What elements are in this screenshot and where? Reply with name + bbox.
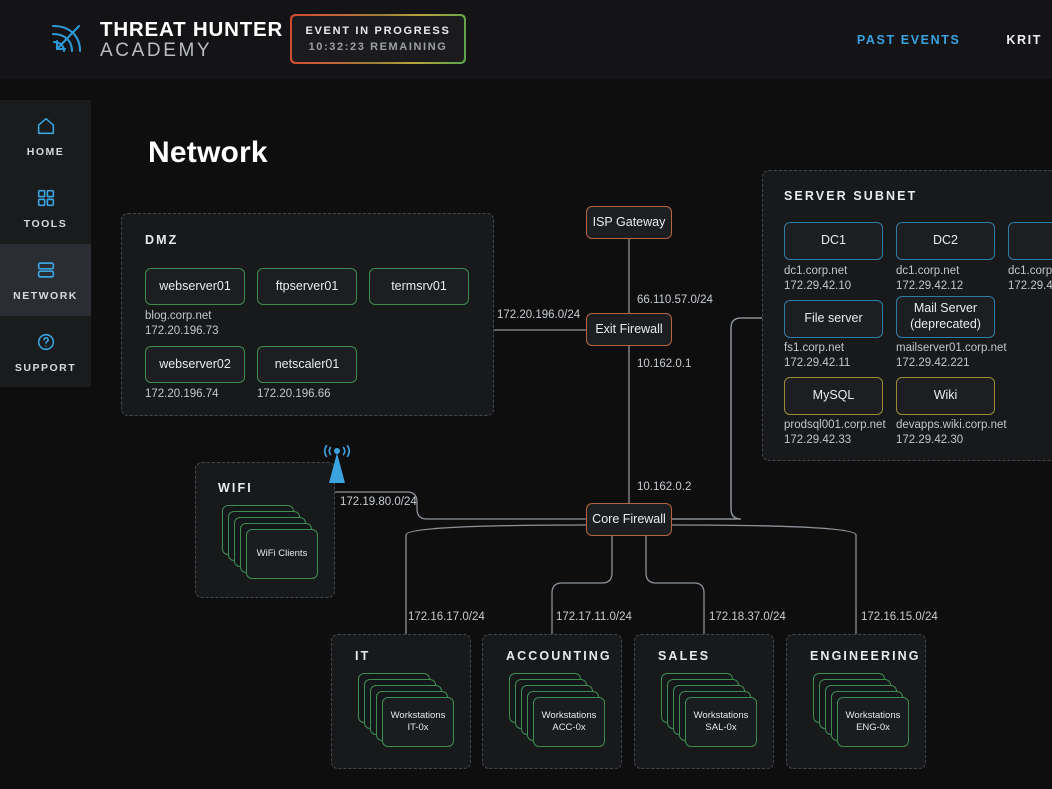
wifi-antenna-icon	[323, 445, 351, 483]
zone-engineering-title: ENGINEERING	[810, 649, 921, 663]
node-dc3[interactable]: D	[1008, 222, 1052, 260]
stack-sales-workstations[interactable]: Workstations SAL-0x	[661, 673, 771, 765]
stack-wifi-clients[interactable]: WiFi Clients	[222, 505, 332, 597]
stack-label-line2: SAL-0x	[705, 722, 737, 733]
stack-label-line2: IT-0x	[407, 722, 429, 733]
node-file-server[interactable]: File server	[784, 300, 883, 338]
link-label-isp-exit: 66.110.57.0/24	[637, 294, 713, 306]
node-file-server-label: File server	[804, 311, 863, 326]
stack-label-line1: Workstations	[390, 709, 446, 721]
link-label-accounting: 172.17.11.0/24	[556, 611, 632, 623]
node-dc1-meta: dc1.corp.net 172.29.42.10	[784, 265, 852, 293]
stack-card-front: Workstations SAL-0x	[685, 697, 757, 747]
node-mysql[interactable]: MySQL	[784, 377, 883, 415]
node-core-firewall[interactable]: Core Firewall	[586, 503, 672, 536]
stack-card-front: Workstations IT-0x	[382, 697, 454, 747]
node-mail-server-label: Mail Server (deprecated)	[910, 301, 981, 331]
node-webserver02-label: webserver02	[159, 356, 231, 371]
node-wiki-label: Wiki	[933, 388, 958, 403]
stack-it-workstations[interactable]: Workstations IT-0x	[358, 673, 468, 765]
node-mail-server-meta: mailserver01.corp.net 172.29.42.221	[896, 342, 1007, 370]
link-label-dmz-exit: 172.20.196.0/24	[497, 309, 581, 321]
stack-label-line1: Workstations	[845, 709, 901, 721]
node-ftpserver01-label: ftpserver01	[275, 278, 339, 293]
stack-label-line2: ENG-0x	[856, 722, 890, 733]
zone-accounting-title: ACCOUNTING	[506, 649, 612, 663]
node-core-firewall-label: Core Firewall	[592, 511, 666, 526]
node-isp-gateway[interactable]: ISP Gateway	[586, 206, 672, 239]
stack-label-line1: Workstations	[541, 709, 597, 721]
node-dc2[interactable]: DC2	[896, 222, 995, 260]
zone-dmz-title: DMZ	[145, 233, 179, 247]
node-webserver01-label: webserver01	[159, 278, 231, 293]
node-dc1-label: DC1	[820, 233, 846, 248]
node-mail-server[interactable]: Mail Server (deprecated)	[896, 296, 995, 338]
node-netscaler01-meta: 172.20.196.66	[257, 388, 331, 400]
node-mysql-meta: prodsql001.corp.net 172.29.42.33	[784, 419, 886, 447]
link-label-it: 172.16.17.0/24	[408, 611, 485, 623]
stack-label-line1: Workstations	[693, 709, 749, 721]
node-exit-firewall[interactable]: Exit Firewall	[586, 313, 672, 346]
node-wiki-meta: devapps.wiki.corp.net 172.29.42.30	[896, 419, 1007, 447]
link-label-sales: 172.18.37.0/24	[709, 611, 786, 623]
node-wiki[interactable]: Wiki	[896, 377, 995, 415]
stack-card-front: Workstations ACC-0x	[533, 697, 605, 747]
node-netscaler01-label: netscaler01	[274, 356, 340, 371]
stack-engineering-workstations[interactable]: Workstations ENG-0x	[813, 673, 923, 765]
node-mysql-label: MySQL	[812, 388, 855, 403]
stack-card-front: WiFi Clients	[246, 529, 318, 579]
link-label-exit-down: 10.162.0.1	[637, 358, 692, 370]
stack-accounting-workstations[interactable]: Workstations ACC-0x	[509, 673, 619, 765]
node-webserver02-meta: 172.20.196.74	[145, 388, 219, 400]
stack-card-front: Workstations ENG-0x	[837, 697, 909, 747]
app-root: THREAT HUNTER ACADEMY EVENT IN PROGRESS …	[0, 0, 1052, 789]
link-label-engineering: 172.16.15.0/24	[861, 611, 938, 623]
node-dc2-meta: dc1.corp.net 172.29.42.12	[896, 265, 964, 293]
zone-sales-title: SALES	[658, 649, 711, 663]
link-label-core-up: 10.162.0.2	[637, 481, 692, 493]
stack-label-line2: ACC-0x	[552, 722, 586, 733]
zone-wifi-title: WIFI	[218, 481, 253, 495]
node-dc2-label: DC2	[932, 233, 958, 248]
node-webserver02[interactable]: webserver02	[145, 346, 245, 383]
node-netscaler01[interactable]: netscaler01	[257, 346, 357, 383]
node-isp-gateway-label: ISP Gateway	[592, 214, 666, 229]
zone-server-subnet-title: SERVER SUBNET	[784, 189, 918, 203]
node-webserver01-meta: blog.corp.net 172.20.196.73	[145, 310, 219, 338]
zone-it-title: IT	[355, 649, 371, 663]
node-file-server-meta: fs1.corp.net 172.29.42.11	[784, 342, 851, 370]
network-diagram: ISP Gateway Exit Firewall Core Firewall …	[0, 0, 1052, 789]
node-ftpserver01[interactable]: ftpserver01	[257, 268, 357, 305]
node-webserver01[interactable]: webserver01	[145, 268, 245, 305]
node-termsrv01[interactable]: termsrv01	[369, 268, 469, 305]
node-exit-firewall-label: Exit Firewall	[595, 321, 663, 336]
stack-label-line1: WiFi Clients	[256, 547, 308, 559]
node-dc1[interactable]: DC1	[784, 222, 883, 260]
node-dc3-meta: dc1.corp. 172.29.42.	[1008, 265, 1052, 293]
node-termsrv01-label: termsrv01	[391, 278, 447, 293]
link-label-wifi: 172.19.80.0/24	[340, 496, 417, 508]
